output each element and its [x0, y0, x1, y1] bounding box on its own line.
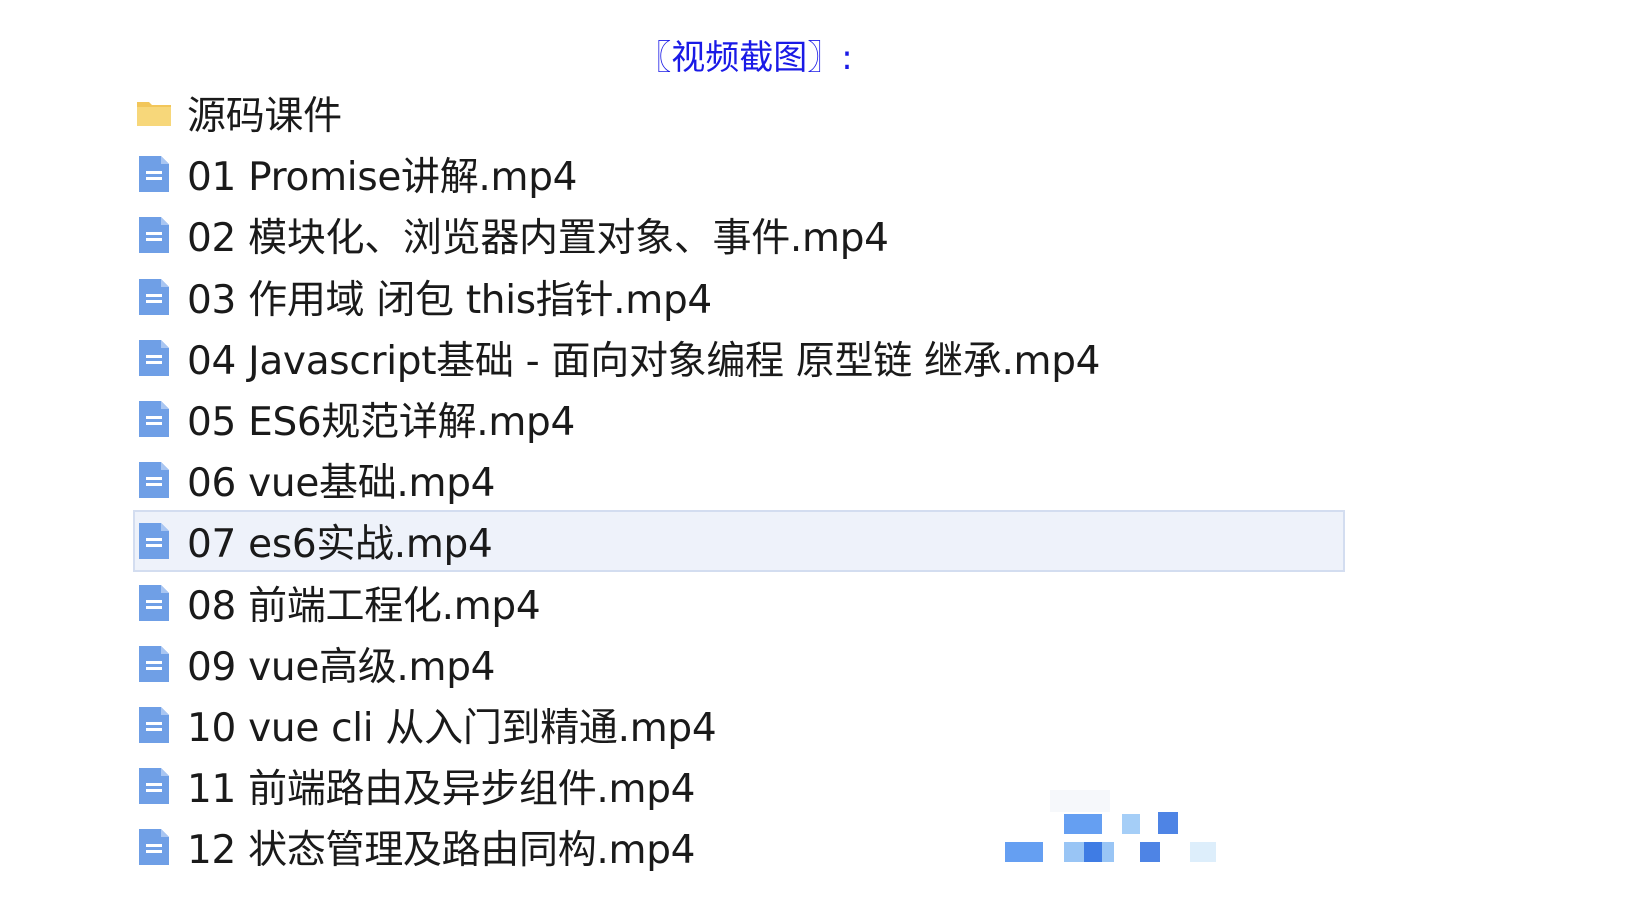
file-name: 10 vue cli 从入门到精通.mp4 [187, 706, 717, 751]
file-item[interactable]: 09 vue高级.mp4 [135, 633, 1345, 695]
document-icon [135, 458, 173, 502]
folder-item[interactable]: 源码课件 [135, 82, 1345, 144]
document-icon [135, 152, 173, 196]
file-item[interactable]: 04 Javascript基础 - 面向对象编程 原型链 继承.mp4 [135, 327, 1345, 389]
file-name: 05 ES6规范详解.mp4 [187, 400, 575, 445]
document-icon [135, 642, 173, 686]
file-item[interactable]: 05 ES6规范详解.mp4 [135, 388, 1345, 450]
document-icon [135, 213, 173, 257]
watermark-logo [1005, 790, 1300, 905]
file-item[interactable]: 06 vue基础.mp4 [135, 449, 1345, 511]
file-name: 03 作用域 闭包 this指针.mp4 [187, 277, 712, 323]
file-name: 11 前端路由及异步组件.mp4 [187, 767, 696, 813]
document-icon [135, 275, 173, 319]
document-icon [135, 397, 173, 441]
file-name: 06 vue基础.mp4 [187, 461, 496, 507]
file-item[interactable]: 11 前端路由及异步组件.mp4 [135, 755, 1345, 817]
document-icon [135, 703, 173, 747]
file-name: 源码课件 [187, 94, 342, 139]
file-item[interactable]: 02 模块化、浏览器内置对象、事件.mp4 [135, 204, 1345, 266]
file-name: 02 模块化、浏览器内置对象、事件.mp4 [187, 216, 889, 262]
file-item[interactable]: 07 es6实战.mp4 [133, 510, 1345, 573]
folder-icon [135, 91, 173, 135]
document-icon [135, 336, 173, 380]
file-name: 04 Javascript基础 - 面向对象编程 原型链 继承.mp4 [187, 338, 1101, 384]
file-name: 01 Promise讲解.mp4 [187, 155, 578, 201]
caption-title: 〖视频截图〗: [637, 38, 853, 78]
file-name: 08 前端工程化.mp4 [187, 583, 541, 629]
document-icon [135, 581, 173, 625]
file-name: 07 es6实战.mp4 [187, 522, 493, 568]
file-item[interactable]: 08 前端工程化.mp4 [135, 572, 1345, 634]
file-item[interactable]: 01 Promise讲解.mp4 [135, 143, 1345, 205]
file-item[interactable]: 10 vue cli 从入门到精通.mp4 [135, 694, 1345, 756]
document-icon [135, 764, 173, 808]
document-icon [135, 519, 173, 563]
document-icon [135, 825, 173, 869]
file-name: 12 状态管理及路由同构.mp4 [187, 828, 696, 874]
file-item[interactable]: 03 作用域 闭包 this指针.mp4 [135, 266, 1345, 328]
file-name: 09 vue高级.mp4 [187, 644, 496, 690]
